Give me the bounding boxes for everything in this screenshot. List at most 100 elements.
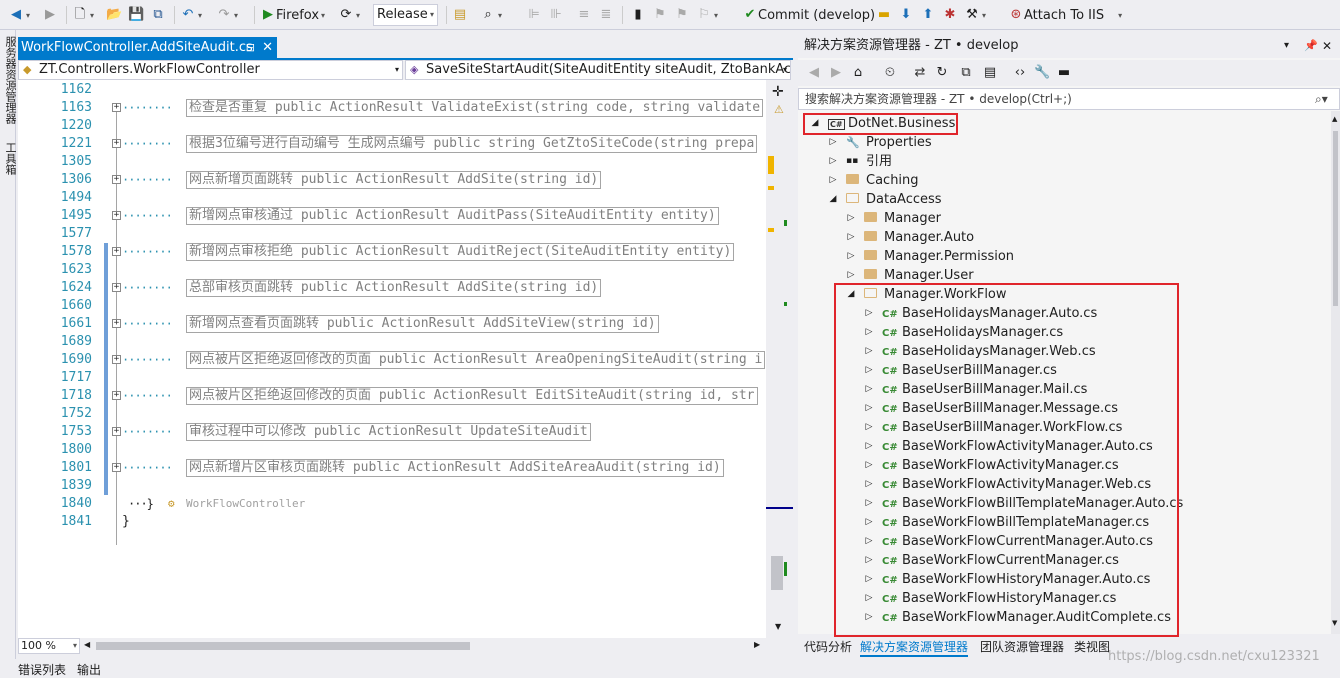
code-line[interactable]: 1841} [18, 513, 766, 531]
expand-arrow-icon[interactable]: ▷ [846, 209, 856, 228]
code-line[interactable]: 1661 + ········ 新增网点查看页面跳转 public ActionRes… [18, 315, 766, 333]
expand-region-icon[interactable]: + [112, 463, 121, 472]
tab-solution-explorer[interactable]: 解决方案资源管理器 [860, 638, 969, 657]
expand-region-icon[interactable]: + [112, 355, 121, 364]
collapsed-region[interactable]: 总部审核页面跳转 public ActionResult AddSite(str… [186, 279, 602, 297]
folder-icon[interactable]: ▬ [876, 4, 892, 26]
tree-node[interactable]: ▷ Caching [798, 171, 1331, 190]
code-line[interactable]: 1839 [18, 477, 766, 495]
pin-icon[interactable]: 📌 [1304, 34, 1318, 58]
code-line[interactable]: 1689 [18, 333, 766, 351]
expand-region-icon[interactable]: + [112, 139, 121, 148]
error-list-tab[interactable]: 错误列表 [18, 661, 66, 678]
open-folder-icon[interactable]: 📂 [106, 4, 122, 26]
back-nav-button[interactable]: ◀ ▾ [8, 4, 30, 26]
document-tab[interactable]: WorkFlowController.AddSiteAudit.cs ⊟ ✕ [18, 37, 277, 58]
code-line[interactable]: 1840 ···} ⚙ WorkFlowController [18, 495, 766, 513]
collapsed-region[interactable]: 网点新增页面跳转 public ActionResult AddSite(str… [186, 171, 602, 189]
tab-team-explorer[interactable]: 团队资源管理器 [980, 638, 1064, 655]
code-line[interactable]: 1800 [18, 441, 766, 459]
code-line[interactable]: 1306 + ········ 网点新增页面跳转 public ActionResul… [18, 171, 766, 189]
comment-icon[interactable]: ≡ [576, 4, 592, 26]
expand-arrow-icon[interactable]: ▷ [828, 152, 838, 171]
tree-scroll-thumb[interactable] [1333, 131, 1338, 306]
pin-icon[interactable]: ⊟ [246, 37, 255, 58]
horizontal-scroll-thumb[interactable] [96, 642, 470, 650]
configuration-select[interactable]: Release ▾ [373, 4, 438, 26]
vertical-scrollbar[interactable]: ✛ ⚠ ▼ [766, 80, 793, 638]
zoom-select[interactable]: 100 % ▾ [18, 638, 80, 654]
output-tab[interactable]: 输出 [77, 661, 101, 678]
new-project-icon[interactable]: 🗋 ▾ [72, 4, 94, 26]
align-left-icon[interactable]: ⊫ [526, 4, 542, 26]
code-line[interactable]: 1577 [18, 225, 766, 243]
expand-region-icon[interactable]: + [112, 391, 121, 400]
class-navigation-select[interactable]: ◆ ZT.Controllers.WorkFlowController ▾ [18, 60, 403, 80]
expand-arrow-icon[interactable]: ▷ [828, 171, 838, 190]
code-line[interactable]: 1660 [18, 297, 766, 315]
commit-button[interactable]: ✔ Commit (develop) [742, 4, 876, 26]
collapse-arrow-icon[interactable]: ◢ [828, 190, 838, 209]
collapsed-region[interactable]: 网点被片区拒绝返回修改的页面 public ActionResult AreaO… [186, 351, 766, 369]
code-line[interactable]: 1690 + ········ 网点被片区拒绝返回修改的页面 public Actio… [18, 351, 766, 369]
view-code-icon[interactable]: ‹› [1012, 65, 1028, 81]
history-icon[interactable]: ⏲ [882, 65, 898, 81]
tab-code-analysis[interactable]: 代码分析 [804, 638, 852, 655]
redo-button[interactable]: ↷ ▾ [216, 4, 238, 26]
expand-region-icon[interactable]: + [112, 427, 121, 436]
home-icon[interactable]: ⌂ [850, 65, 866, 81]
collapsed-region[interactable]: 检查是否重复 public ActionResult ValidateExist… [186, 99, 764, 117]
properties-icon[interactable]: 🔧 [1034, 65, 1050, 81]
code-line[interactable]: 1163 + ········ 检查是否重复 public ActionResult … [18, 99, 766, 117]
code-line[interactable]: 1801 + ········ 网点新增片区审核页面跳转 public ActionR… [18, 459, 766, 477]
collapsed-region[interactable]: 新增网点查看页面跳转 public ActionResult AddSiteVi… [186, 315, 659, 333]
code-line[interactable]: 1220 [18, 117, 766, 135]
code-line[interactable]: 1624 + ········ 总部审核页面跳转 public ActionResul… [18, 279, 766, 297]
expand-region-icon[interactable]: + [112, 211, 121, 220]
save-all-icon[interactable]: ⧉ [150, 4, 166, 26]
expand-region-icon[interactable]: + [112, 175, 121, 184]
tree-node[interactable]: ▷ ▪▪ 引用 [798, 152, 1331, 171]
code-line[interactable]: 1221 + ········ 根据3位编号进行自动编号 生成网点编号 public … [18, 135, 766, 153]
collapse-all-icon[interactable]: ⧉ [958, 65, 974, 81]
scroll-down-arrow[interactable]: ▼ [775, 622, 781, 631]
code-line[interactable]: 1305 [18, 153, 766, 171]
code-line[interactable]: 1578 + ········ 新增网点审核拒绝 public ActionResul… [18, 243, 766, 261]
tree-scrollbar[interactable]: ▲ ▼ [1331, 111, 1340, 634]
close-icon[interactable]: ✕ [1322, 34, 1332, 58]
tree-node[interactable]: ▷ Manager [798, 209, 1331, 228]
code-area[interactable]: 1162 1163 + ········ 检查是否重复 public ActionRes… [18, 80, 766, 638]
uncomment-icon[interactable]: ≣ [598, 4, 614, 26]
code-line[interactable]: 1494 [18, 189, 766, 207]
find-icon[interactable]: ▤ [452, 4, 468, 26]
code-line[interactable]: 1752 [18, 405, 766, 423]
split-icon[interactable]: ✛ [772, 84, 784, 100]
refresh-icon[interactable]: ↻ [934, 65, 950, 81]
bookmark-prev-icon[interactable]: ⚑ [652, 4, 668, 26]
align-right-icon[interactable]: ⊪ [548, 4, 564, 26]
code-line[interactable]: 1162 [18, 81, 766, 99]
expand-region-icon[interactable]: + [112, 283, 121, 292]
code-line[interactable]: 1717 [18, 369, 766, 387]
show-all-files-icon[interactable]: ▤ [982, 65, 998, 81]
tree-node[interactable]: ▷ Manager.Permission [798, 247, 1331, 266]
sync-icon[interactable]: ⇄ [912, 65, 928, 81]
code-line[interactable]: 1495 + ········ 新增网点审核通过 public ActionResul… [18, 207, 766, 225]
attach-to-iis-button[interactable]: ⊛ Attach To IIS ▾ [1008, 4, 1123, 26]
toolbox-tab[interactable]: 工具箱 [2, 142, 18, 175]
tree-node[interactable]: ◢ DataAccess [798, 190, 1331, 209]
collapsed-region[interactable]: 根据3位编号进行自动编号 生成网点编号 public string GetZto… [186, 135, 758, 153]
solution-search-input[interactable]: 搜索解决方案资源管理器 - ZT • develop(Ctrl+;) ⌕▾ [798, 88, 1340, 110]
undo-button[interactable]: ↶ ▾ [180, 4, 202, 26]
tab-class-view[interactable]: 类视图 [1074, 638, 1110, 655]
refresh-icon[interactable]: ⟳ ▾ [338, 4, 360, 26]
search-icon[interactable]: ⌕▾ [1315, 89, 1328, 109]
back-icon[interactable]: ◀ [806, 65, 822, 81]
start-debug-button[interactable]: ▶ Firefox ▾ [260, 4, 325, 26]
forward-icon[interactable]: ▶ [828, 65, 844, 81]
collapsed-region[interactable]: 新增网点审核拒绝 public ActionResult AuditReject… [186, 243, 735, 261]
tools-icon[interactable]: ⚒ ▾ [964, 4, 986, 26]
member-navigation-select[interactable]: ◈ SaveSiteStartAudit(SiteAuditEntity site… [405, 60, 791, 80]
find-in-files-icon[interactable]: ⌕ ▾ [480, 4, 502, 26]
tree-node[interactable]: ▷ Manager.Auto [798, 228, 1331, 247]
